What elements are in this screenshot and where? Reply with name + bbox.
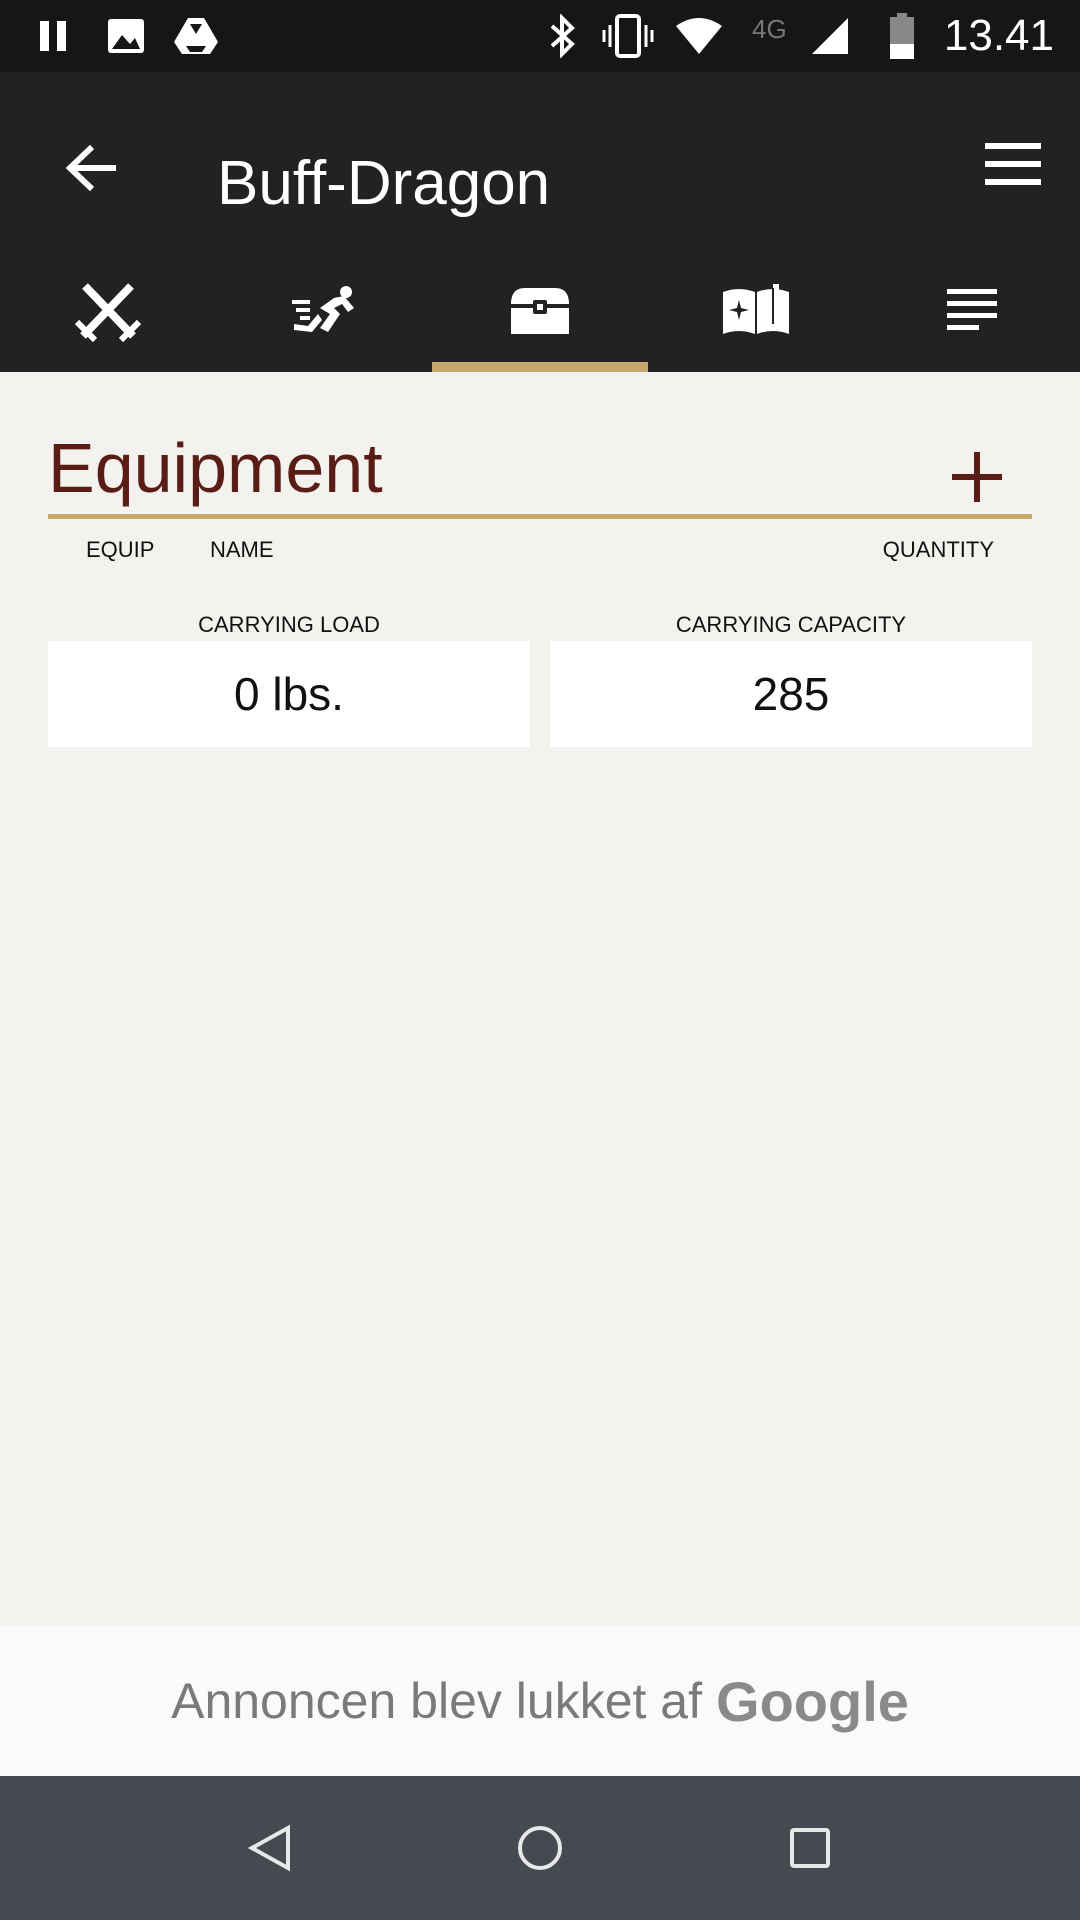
battery-icon [888,0,916,72]
tab-skills[interactable] [216,254,432,372]
carrying-load-box: CARRYING LOAD 0 lbs. [48,609,530,747]
vibrate-icon [602,0,654,72]
carrying-stats: CARRYING LOAD 0 lbs. CARRYING CAPACITY 2… [48,609,1032,747]
tab-bar [0,254,1080,372]
section-header: Equipment [48,372,1032,519]
status-time: 13.41 [943,11,1054,60]
recents-square-icon[interactable] [750,1776,870,1920]
plus-icon[interactable] [952,452,1002,502]
system-nav-bar [0,1776,1080,1920]
app-bar: Buff-Dragon [0,72,1080,372]
drive-icon [172,0,220,72]
google-logo: Google [716,1669,909,1733]
home-circle-icon[interactable] [480,1776,600,1920]
signal-icon [810,0,850,72]
network-4g-icon: 4G [752,14,787,44]
ad-text: Annoncen blev lukket af [171,1673,703,1729]
carrying-load-value: 0 lbs. [48,641,530,747]
tab-notes[interactable] [864,254,1080,372]
carrying-capacity-value[interactable]: 285 [550,641,1032,747]
column-name: NAME [210,537,274,562]
bluetooth-icon [548,0,578,72]
running-person-icon [290,284,358,343]
hamburger-menu-icon[interactable] [978,124,1048,204]
tab-inventory[interactable] [432,254,648,372]
tab-spells[interactable] [648,254,864,372]
carrying-capacity-label: CARRYING CAPACITY [675,612,907,637]
wifi-icon [674,0,724,72]
pause-icon [38,0,68,72]
column-equip: EQUIP [86,537,155,562]
notes-icon [947,288,997,338]
column-headers: EQUIP NAME QUANTITY [48,519,1032,579]
arrow-back-icon[interactable] [52,128,132,208]
tab-combat[interactable] [0,254,216,372]
treasure-chest-icon [509,286,571,341]
equipment-section: Equipment EQUIP NAME QUANTITY CARRYING L… [48,372,1032,747]
status-bar: 4G 13.41 [0,0,1080,72]
selected-tab-indicator [432,362,648,372]
page-title: Buff-Dragon [217,149,551,218]
image-icon [106,0,146,72]
ad-banner[interactable]: Annoncen blev lukket af Google [0,1626,1080,1776]
carrying-capacity-box: CARRYING CAPACITY 285 [550,609,1032,747]
back-triangle-icon[interactable] [210,1776,330,1920]
column-quantity: QUANTITY [882,537,994,562]
section-title: Equipment [48,429,383,507]
crossed-swords-icon [74,280,142,347]
spellbook-icon [721,283,791,343]
carrying-load-label: CARRYING LOAD [198,612,380,637]
